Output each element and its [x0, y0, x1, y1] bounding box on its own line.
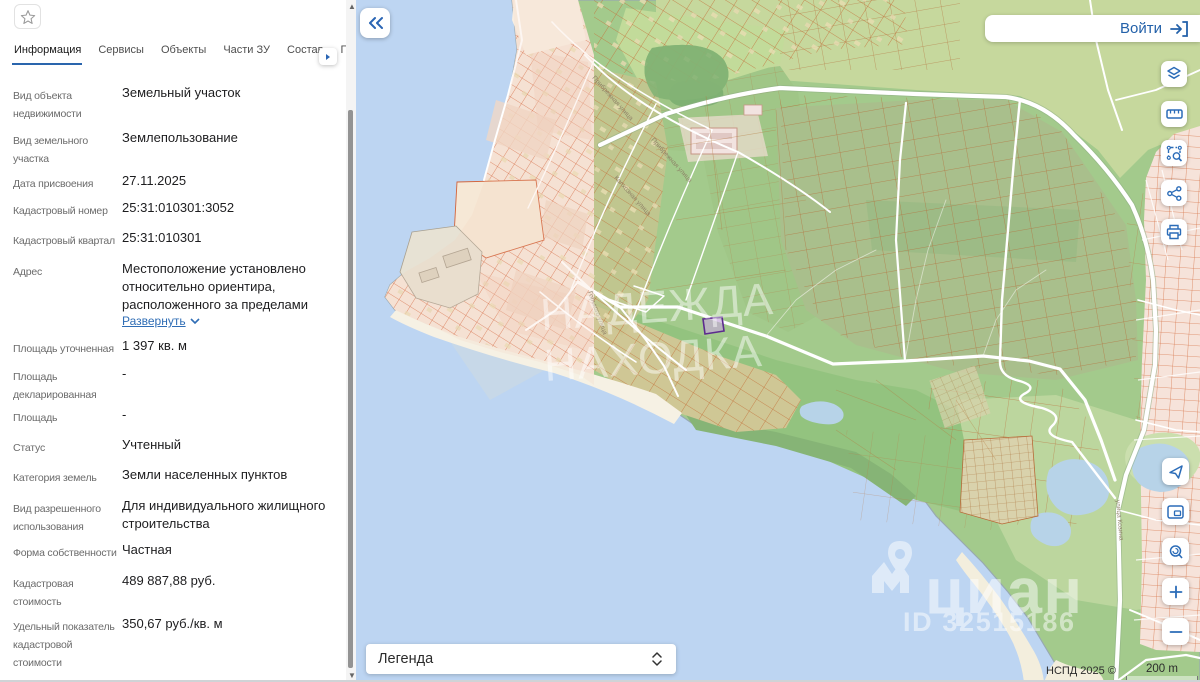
svg-text:ID 32515186: ID 32515186	[903, 607, 1074, 637]
